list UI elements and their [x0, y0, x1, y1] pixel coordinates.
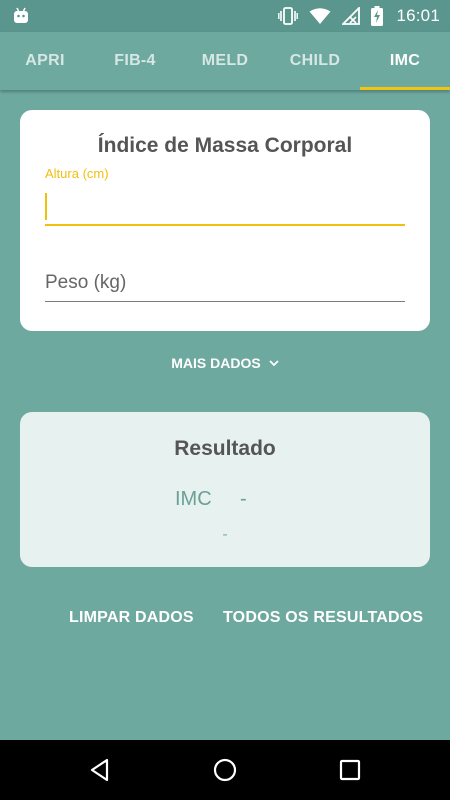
clear-data-button[interactable]: LIMPAR DADOS — [69, 606, 194, 630]
tab-meld[interactable]: MELD — [180, 32, 270, 90]
all-results-button[interactable]: TODOS OS RESULTADOS — [223, 606, 423, 630]
navigation-bar — [0, 740, 450, 800]
form-title: Índice de Massa Corporal — [97, 134, 353, 157]
home-icon[interactable] — [212, 757, 238, 783]
clock: 16:01 — [396, 6, 440, 25]
tab-child[interactable]: CHILD — [270, 32, 360, 90]
android-icon — [14, 7, 28, 23]
wifi-icon — [309, 7, 331, 24]
tab-bar: APRI FIB-4 MELD CHILD IMC — [0, 32, 450, 90]
tab-imc[interactable]: IMC — [360, 32, 450, 90]
result-title: Resultado — [174, 437, 276, 460]
altura-label: Altura (cm) — [45, 166, 109, 181]
altura-input[interactable] — [45, 186, 405, 226]
imc-result-value: - — [240, 488, 247, 510]
more-data-label: MAIS DADOS — [171, 355, 261, 371]
imc-result-label: IMC — [175, 488, 212, 510]
text-cursor — [45, 193, 47, 220]
peso-input[interactable] — [45, 265, 405, 302]
recents-icon[interactable] — [337, 757, 363, 783]
tab-apri[interactable]: APRI — [0, 32, 90, 90]
back-icon[interactable] — [87, 757, 113, 783]
imc-form-card: Índice de Massa Corporal Altura (cm) — [20, 110, 430, 331]
more-data-button[interactable]: MAIS DADOS — [0, 352, 450, 374]
battery-charging-icon — [371, 6, 384, 26]
imc-classification: - — [222, 526, 228, 543]
vibrate-icon — [278, 7, 299, 25]
status-bar: 16:01 — [0, 0, 450, 32]
tab-fib-4[interactable]: FIB-4 — [90, 32, 180, 90]
no-signal-icon — [342, 7, 361, 25]
result-card: Resultado IMC - - — [20, 412, 430, 567]
imc-result-row: IMC - — [20, 488, 430, 514]
chevron-down-icon — [269, 359, 279, 366]
